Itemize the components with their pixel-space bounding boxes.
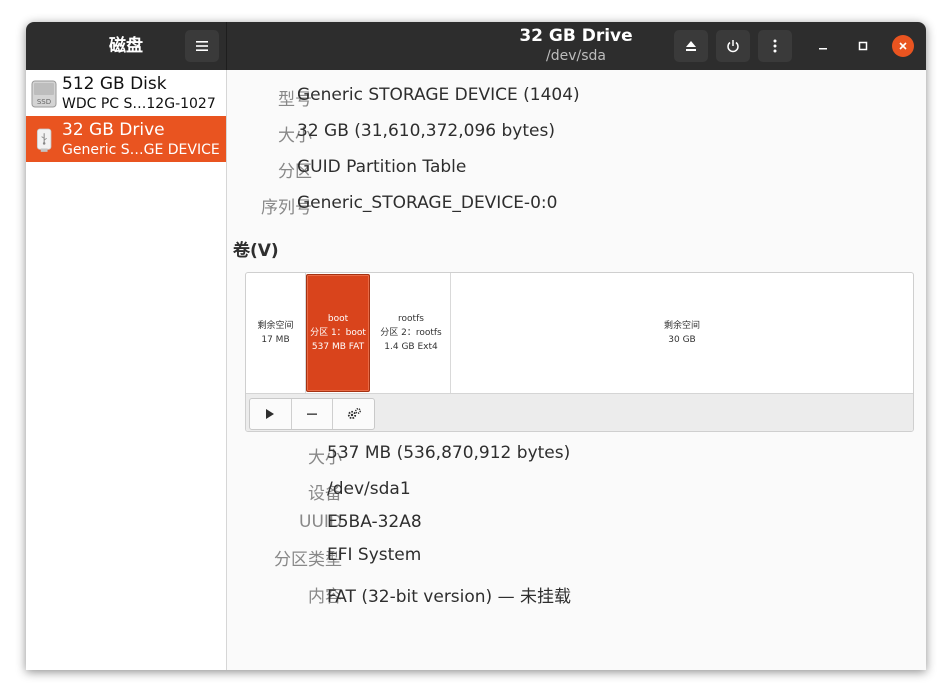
segment-size: 1.4 GB Ext4 — [384, 342, 438, 352]
maximize-button[interactable] — [853, 36, 873, 56]
segment-partition: 分区 1：boot — [310, 328, 366, 338]
segment-label: 剩余空间 — [257, 321, 294, 331]
disk-name: 32 GB Drive — [62, 120, 165, 140]
eject-icon — [686, 41, 696, 51]
ssd-icon: SSD — [31, 80, 57, 108]
volumes-heading: 卷(V) — [233, 241, 279, 261]
drive-details: 型号 Generic STORAGE DEVICE (1404) 大小 32 G… — [227, 70, 926, 670]
drive-options-button[interactable] — [758, 30, 792, 62]
volume-segment-free-space-2[interactable]: 剩余空间 30 GB — [451, 273, 913, 393]
volume-map: 剩余空间 17 MB boot 分区 1：boot 537 MB FAT roo… — [245, 272, 914, 432]
more-vertical-icon — [773, 39, 777, 53]
close-icon — [899, 42, 907, 50]
minus-icon — [307, 413, 317, 415]
segment-partition: 分区 2：rootfs — [380, 328, 442, 338]
volume-action-buttons — [249, 398, 375, 430]
segment-label: 剩余空间 — [663, 321, 700, 331]
model-value: Generic STORAGE DEVICE (1404) — [297, 85, 580, 105]
partition-size-value: 537 MB (536,870,912 bytes) — [327, 443, 571, 463]
disk-list: SSD 512 GB Disk WDC PC S…12G-1027 32 GB … — [26, 70, 227, 670]
drive-device-path: /dev/sda — [546, 48, 606, 64]
disk-name: 512 GB Disk — [62, 74, 167, 94]
volume-toolbar — [246, 393, 913, 431]
serial-value: Generic_STORAGE_DEVICE-0:0 — [297, 193, 558, 213]
mount-button[interactable] — [250, 399, 292, 429]
volume-segment-rootfs[interactable]: rootfs 分区 2：rootfs 1.4 GB Ext4 — [372, 273, 451, 393]
close-button[interactable] — [892, 35, 914, 57]
play-icon — [266, 409, 275, 419]
partition-type-value: EFI System — [327, 545, 422, 565]
segment-size: 30 GB — [668, 335, 696, 345]
disk-model: WDC PC S…12G-1027 — [62, 96, 216, 112]
power-off-button[interactable] — [716, 30, 750, 62]
uuid-value: E5BA-32A8 — [327, 512, 422, 532]
size-value: 32 GB (31,610,372,096 bytes) — [297, 121, 555, 141]
drive-title: 32 GB Drive — [519, 26, 633, 46]
volume-segment-free-space-1[interactable]: 剩余空间 17 MB — [246, 273, 306, 393]
volume-segment-boot[interactable]: boot 分区 1：boot 537 MB FAT — [306, 274, 370, 392]
minimize-icon — [819, 48, 827, 50]
partition-options-button[interactable] — [333, 399, 374, 429]
segment-size: 537 MB FAT — [311, 342, 365, 352]
disk-item-512gb[interactable]: SSD 512 GB Disk WDC PC S…12G-1027 — [26, 70, 226, 116]
delete-partition-button[interactable] — [292, 399, 334, 429]
disk-model: Generic S…GE DEVICE — [62, 142, 220, 158]
power-icon — [727, 40, 739, 53]
segment-label: rootfs — [398, 314, 424, 324]
eject-button[interactable] — [674, 30, 708, 62]
ssd-icon-label: SSD — [37, 98, 51, 106]
segment-label: boot — [327, 314, 349, 324]
contents-value: FAT (32-bit version) — 未挂载 — [327, 587, 572, 607]
device-value: /dev/sda1 — [327, 479, 411, 499]
segment-size: 17 MB — [261, 335, 290, 345]
minimize-button[interactable] — [813, 36, 833, 56]
gears-icon — [347, 408, 361, 420]
disks-window: 磁盘 32 GB Drive /dev/sda SSD 512 GB Disk … — [26, 22, 926, 670]
app-menu-button[interactable] — [185, 30, 219, 62]
disk-item-32gb[interactable]: 32 GB Drive Generic S…GE DEVICE — [26, 116, 226, 162]
usb-drive-icon — [36, 128, 52, 152]
header-bar: 磁盘 32 GB Drive /dev/sda — [26, 22, 926, 70]
header-separator — [226, 22, 227, 70]
hamburger-icon — [196, 41, 208, 51]
maximize-icon — [858, 41, 868, 51]
partitioning-value: GUID Partition Table — [297, 157, 467, 177]
